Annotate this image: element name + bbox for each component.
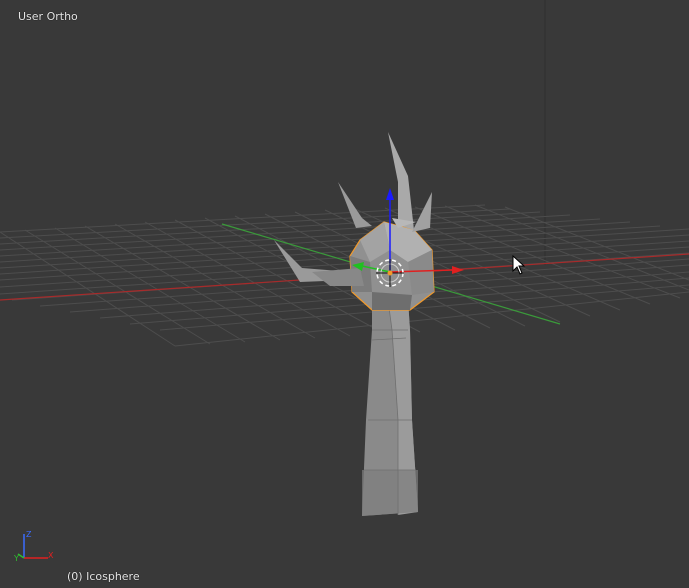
gizmo-z-label: Z — [26, 530, 32, 539]
icosphere-mesh[interactable] — [274, 132, 435, 516]
z-arrow-handle — [386, 188, 394, 200]
scene-canvas[interactable] — [0, 0, 689, 588]
x-arrow-handle — [452, 266, 464, 274]
gizmo-x-label: X — [48, 551, 54, 560]
axes-gizmo: Z X Y — [13, 530, 54, 563]
3d-viewport[interactable]: User Ortho Z X Y (0) Icosphere — [0, 0, 689, 588]
view-label: User Ortho — [18, 10, 78, 23]
active-object-label: (0) Icosphere — [67, 570, 140, 583]
mouse-pointer-icon — [512, 255, 526, 275]
gizmo-y-label: Y — [13, 554, 19, 563]
